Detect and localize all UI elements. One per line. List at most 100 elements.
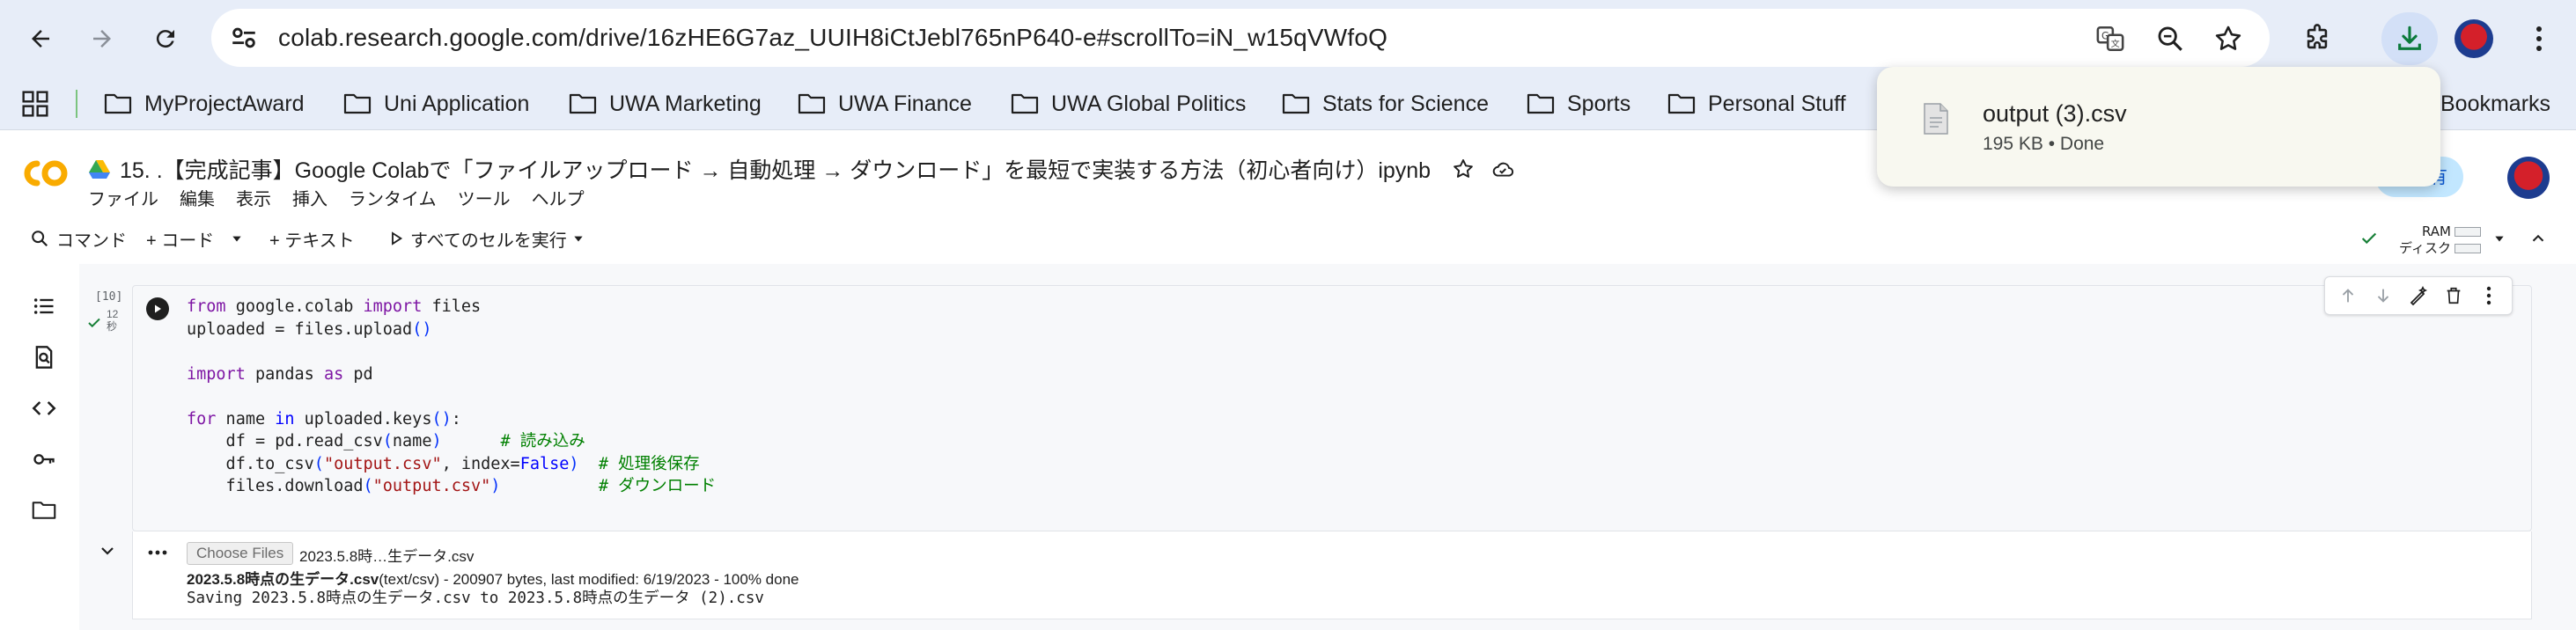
back-button[interactable]: [19, 18, 62, 60]
find-replace-button[interactable]: [28, 341, 60, 373]
code-token: for: [187, 409, 217, 429]
bookmark-folder-myprojectaward[interactable]: MyProjectAward: [104, 77, 305, 130]
code-editor[interactable]: from google.colab import files uploaded =…: [187, 296, 716, 498]
downloads-button[interactable]: [2381, 12, 2438, 65]
google-drive-icon[interactable]: [88, 159, 111, 179]
colab-logo-icon[interactable]: [19, 158, 70, 188]
chevron-up-icon: [2532, 234, 2544, 242]
command-palette-button[interactable]: コマンド: [30, 218, 127, 259]
translate-icon[interactable]: G 文: [2095, 24, 2125, 54]
notebook-menu-bar: ファイル 編集 表示 挿入 ランタイム ツール ヘルプ: [88, 185, 585, 211]
menu-tools[interactable]: ツール: [458, 185, 511, 211]
bookmark-folder-uwa-finance[interactable]: UWA Finance: [798, 77, 972, 130]
folder-icon: [569, 93, 597, 114]
site-settings-icon[interactable]: [229, 23, 259, 53]
cell-more-button[interactable]: [2477, 284, 2500, 307]
address-bar[interactable]: colab.research.google.com/drive/16zHE6G7…: [211, 9, 2270, 67]
bookmark-label: Stats for Science: [1322, 91, 1489, 116]
file-icon: [1924, 103, 1948, 135]
caret-down-icon: [232, 236, 241, 242]
forward-button[interactable]: [81, 18, 123, 60]
files-button[interactable]: [28, 494, 60, 526]
choose-files-button[interactable]: Choose Files: [187, 542, 294, 565]
bookmark-label: UWA Finance: [838, 91, 972, 116]
browser-profile-avatar[interactable]: [2455, 19, 2493, 58]
code-token: ): [490, 477, 501, 495]
secrets-button[interactable]: [28, 443, 60, 475]
collapse-header-button[interactable]: [2528, 218, 2548, 259]
arrow-up-icon: [2342, 289, 2354, 303]
extensions-button[interactable]: [2298, 19, 2337, 58]
move-cell-down-button[interactable]: [2372, 284, 2395, 307]
arrow-down-icon: [2377, 289, 2389, 303]
download-file-name[interactable]: output (3).csv: [1983, 100, 2127, 128]
trash-icon: [2447, 287, 2461, 304]
bookmark-folder-stats-for-science[interactable]: Stats for Science: [1282, 77, 1489, 130]
code-token: import: [363, 297, 423, 316]
cell-toolbar: [2324, 276, 2513, 315]
star-outline-icon[interactable]: [1452, 158, 1475, 180]
reload-button[interactable]: [144, 18, 187, 60]
code-brackets-icon: [32, 401, 56, 415]
code-token: from: [187, 297, 226, 316]
magic-edit-icon: [2410, 285, 2428, 306]
puzzle-icon: [2307, 24, 2328, 49]
add-text-label: + テキスト: [269, 231, 355, 251]
add-code-cell-button[interactable]: + コード: [146, 218, 214, 259]
menu-insert[interactable]: 挿入: [292, 185, 328, 211]
bookmark-folder-uwa-marketing[interactable]: UWA Marketing: [569, 77, 762, 130]
menu-view[interactable]: 表示: [236, 185, 271, 211]
resource-monitor[interactable]: RAM ディスク: [2393, 222, 2481, 257]
all-bookmarks-button[interactable]: Bookmarks: [2440, 77, 2550, 130]
notebook-title[interactable]: 15. .【完成記事】Google Colabで「ファイルアップロード → 自動…: [120, 153, 1431, 185]
bookmark-folder-personal-stuff[interactable]: Personal Stuff: [1667, 77, 1846, 130]
bookmark-star-icon[interactable]: [2213, 24, 2243, 54]
code-token: False: [519, 454, 570, 473]
notebook-title-row: 15. .【完成記事】Google Colabで「ファイルアップロード → 自動…: [88, 151, 1515, 187]
download-icon: [2398, 26, 2421, 50]
download-bubble: output (3).csv 195 KB • Done: [1877, 67, 2440, 187]
more-vertical-icon: [2536, 26, 2542, 51]
add-text-cell-button[interactable]: + テキスト: [269, 218, 355, 259]
run-all-button[interactable]: すべてのセルを実行: [389, 218, 567, 259]
colab-account-avatar[interactable]: [2507, 157, 2550, 199]
browser-toolbar: colab.research.google.com/drive/16zHE6G7…: [0, 0, 2576, 77]
delete-cell-button[interactable]: [2442, 284, 2465, 307]
runtime-dropdown[interactable]: [2493, 218, 2506, 259]
move-cell-up-button[interactable]: [2337, 284, 2359, 307]
menu-runtime[interactable]: ランタイム: [349, 185, 437, 211]
disk-usage-bar: [2455, 244, 2481, 253]
bookmark-label: MyProjectAward: [144, 91, 305, 116]
chevron-down-icon[interactable]: [97, 540, 118, 561]
code-token: ): [431, 432, 442, 451]
code-token: (): [412, 319, 432, 339]
folder-icon: [1282, 93, 1310, 114]
edit-cell-ai-button[interactable]: [2407, 284, 2430, 307]
bookmark-folder-uni-application[interactable]: Uni Application: [343, 77, 529, 130]
cloud-saved-icon[interactable]: [1490, 158, 1515, 180]
run-all-dropdown[interactable]: [572, 218, 585, 259]
table-of-contents-button[interactable]: [28, 290, 60, 322]
url-text[interactable]: colab.research.google.com/drive/16zHE6G7…: [278, 9, 1387, 67]
all-bookmarks-label: Bookmarks: [2440, 91, 2551, 116]
download-status: 195 KB • Done: [1983, 134, 2105, 154]
code-snippets-button[interactable]: [28, 392, 60, 424]
more-horizontal-icon[interactable]: [146, 544, 169, 561]
zoom-icon[interactable]: [2155, 24, 2185, 54]
menu-file[interactable]: ファイル: [88, 185, 158, 211]
menu-help[interactable]: ヘルプ: [532, 185, 585, 211]
bookmark-folder-uwa-global-politics[interactable]: UWA Global Politics: [1011, 77, 1246, 130]
bookmark-folder-sports[interactable]: Sports: [1527, 77, 1630, 130]
bookmark-label: Sports: [1567, 91, 1631, 116]
code-comment: # 処理後保存: [598, 454, 700, 473]
run-cell-button[interactable]: [146, 297, 169, 320]
chosen-file-name: 2023.5.8時…生データ.csv: [299, 548, 475, 565]
menu-edit[interactable]: 編集: [180, 185, 215, 211]
code-comment: # ダウンロード: [598, 477, 717, 495]
bookmark-label: Personal Stuff: [1708, 91, 1846, 116]
add-code-dropdown[interactable]: [231, 218, 243, 259]
code-line: for name in uploaded.keys():: [187, 409, 461, 429]
browser-menu-button[interactable]: [2520, 19, 2558, 58]
apps-grid-icon[interactable]: [21, 90, 49, 118]
